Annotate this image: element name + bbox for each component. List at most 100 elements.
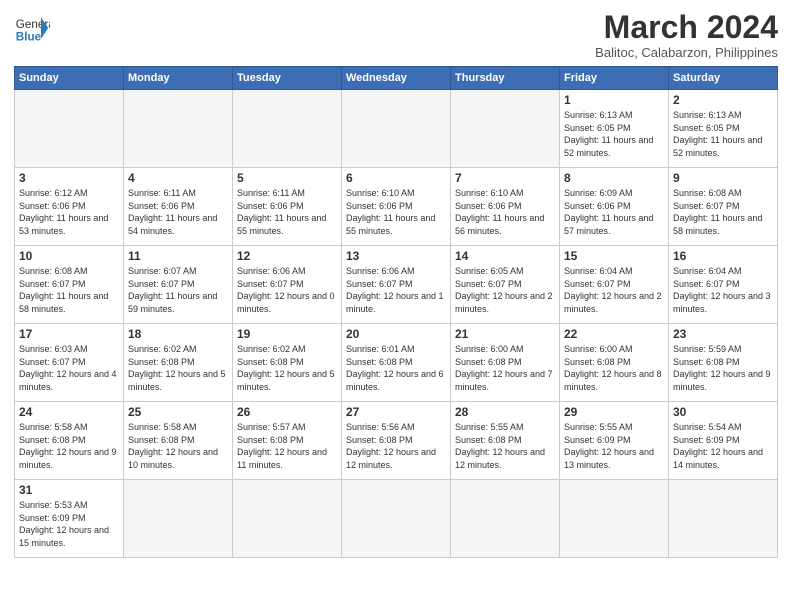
calendar-cell: 1Sunrise: 6:13 AM Sunset: 6:05 PM Daylig… [560, 90, 669, 168]
calendar-body: 1Sunrise: 6:13 AM Sunset: 6:05 PM Daylig… [15, 90, 778, 558]
day-number: 2 [673, 93, 773, 107]
day-info: Sunrise: 6:08 AM Sunset: 6:07 PM Dayligh… [673, 187, 773, 237]
day-info: Sunrise: 6:07 AM Sunset: 6:07 PM Dayligh… [128, 265, 228, 315]
calendar-week-3: 10 Sunrise: 6:08 AM Sunset: 6:07 PM Dayli… [15, 246, 778, 324]
day-info: Sunrise: 6:00 AM Sunset: 6:08 PM Dayligh… [455, 343, 555, 393]
calendar-cell: 3Sunrise: 6:12 AM Sunset: 6:06 PM Daylig… [15, 168, 124, 246]
calendar-cell: 8 Sunrise: 6:09 AM Sunset: 6:06 PM Daylig… [560, 168, 669, 246]
logo: General Blue [14, 10, 50, 46]
calendar-cell: 31 Sunrise: 5:53 AM Sunset: 6:09 PM Dayli… [15, 480, 124, 558]
calendar-cell [15, 90, 124, 168]
day-number: 22 [564, 327, 664, 341]
weekday-header-friday: Friday [560, 67, 669, 90]
day-number: 19 [237, 327, 337, 341]
day-number: 12 [237, 249, 337, 263]
month-title: March 2024 [595, 10, 778, 45]
calendar-cell: 15Sunrise: 6:04 AM Sunset: 6:07 PM Dayli… [560, 246, 669, 324]
day-number: 7 [455, 171, 555, 185]
day-info: Sunrise: 6:04 AM Sunset: 6:07 PM Dayligh… [564, 265, 664, 315]
calendar-cell: 23Sunrise: 5:59 AM Sunset: 6:08 PM Dayli… [669, 324, 778, 402]
day-info: Sunrise: 6:09 AM Sunset: 6:06 PM Dayligh… [564, 187, 664, 237]
calendar-cell: 10 Sunrise: 6:08 AM Sunset: 6:07 PM Dayli… [15, 246, 124, 324]
calendar-cell: 4 Sunrise: 6:11 AM Sunset: 6:06 PM Daylig… [124, 168, 233, 246]
day-info: Sunrise: 6:02 AM Sunset: 6:08 PM Dayligh… [128, 343, 228, 393]
calendar-cell [451, 480, 560, 558]
calendar-cell [233, 90, 342, 168]
day-number: 18 [128, 327, 228, 341]
calendar-cell: 24 Sunrise: 5:58 AM Sunset: 6:08 PM Dayli… [15, 402, 124, 480]
weekday-header-monday: Monday [124, 67, 233, 90]
day-info: Sunrise: 5:53 AM Sunset: 6:09 PM Dayligh… [19, 499, 119, 549]
calendar-cell: 30Sunrise: 5:54 AM Sunset: 6:09 PM Dayli… [669, 402, 778, 480]
calendar-cell: 19Sunrise: 6:02 AM Sunset: 6:08 PM Dayli… [233, 324, 342, 402]
day-number: 17 [19, 327, 119, 341]
calendar-cell: 7 Sunrise: 6:10 AM Sunset: 6:06 PM Daylig… [451, 168, 560, 246]
calendar-cell: 2 Sunrise: 6:13 AM Sunset: 6:05 PM Daylig… [669, 90, 778, 168]
generalblue-logo-icon: General Blue [14, 10, 50, 46]
calendar-cell: 13 Sunrise: 6:06 AM Sunset: 6:07 PM Dayli… [342, 246, 451, 324]
day-info: Sunrise: 5:58 AM Sunset: 6:08 PM Dayligh… [128, 421, 228, 471]
page: General Blue March 2024 Balitoc, Calabar… [0, 0, 792, 612]
day-info: Sunrise: 6:10 AM Sunset: 6:06 PM Dayligh… [455, 187, 555, 237]
day-info: Sunrise: 5:54 AM Sunset: 6:09 PM Dayligh… [673, 421, 773, 471]
calendar-week-2: 3Sunrise: 6:12 AM Sunset: 6:06 PM Daylig… [15, 168, 778, 246]
calendar-cell: 29Sunrise: 5:55 AM Sunset: 6:09 PM Dayli… [560, 402, 669, 480]
calendar-week-5: 24 Sunrise: 5:58 AM Sunset: 6:08 PM Dayli… [15, 402, 778, 480]
day-number: 16 [673, 249, 773, 263]
day-number: 28 [455, 405, 555, 419]
calendar-cell [124, 480, 233, 558]
day-number: 10 [19, 249, 119, 263]
day-number: 11 [128, 249, 228, 263]
day-info: Sunrise: 6:11 AM Sunset: 6:06 PM Dayligh… [237, 187, 337, 237]
day-info: Sunrise: 6:13 AM Sunset: 6:05 PM Dayligh… [673, 109, 773, 159]
day-info: Sunrise: 5:55 AM Sunset: 6:09 PM Dayligh… [564, 421, 664, 471]
calendar-week-4: 17 Sunrise: 6:03 AM Sunset: 6:07 PM Dayli… [15, 324, 778, 402]
weekday-header-saturday: Saturday [669, 67, 778, 90]
day-number: 13 [346, 249, 446, 263]
day-info: Sunrise: 5:57 AM Sunset: 6:08 PM Dayligh… [237, 421, 337, 471]
day-info: Sunrise: 6:03 AM Sunset: 6:07 PM Dayligh… [19, 343, 119, 393]
calendar-week-6: 31 Sunrise: 5:53 AM Sunset: 6:09 PM Dayli… [15, 480, 778, 558]
calendar-cell: 20 Sunrise: 6:01 AM Sunset: 6:08 PM Dayli… [342, 324, 451, 402]
day-number: 21 [455, 327, 555, 341]
day-number: 27 [346, 405, 446, 419]
calendar-cell: 21 Sunrise: 6:00 AM Sunset: 6:08 PM Dayli… [451, 324, 560, 402]
day-info: Sunrise: 6:01 AM Sunset: 6:08 PM Dayligh… [346, 343, 446, 393]
calendar-cell: 26 Sunrise: 5:57 AM Sunset: 6:08 PM Dayli… [233, 402, 342, 480]
day-number: 31 [19, 483, 119, 497]
calendar-cell: 12Sunrise: 6:06 AM Sunset: 6:07 PM Dayli… [233, 246, 342, 324]
calendar-cell: 28Sunrise: 5:55 AM Sunset: 6:08 PM Dayli… [451, 402, 560, 480]
day-info: Sunrise: 6:08 AM Sunset: 6:07 PM Dayligh… [19, 265, 119, 315]
day-number: 26 [237, 405, 337, 419]
svg-text:Blue: Blue [16, 31, 42, 44]
calendar-cell: 17 Sunrise: 6:03 AM Sunset: 6:07 PM Dayli… [15, 324, 124, 402]
day-info: Sunrise: 5:58 AM Sunset: 6:08 PM Dayligh… [19, 421, 119, 471]
calendar-cell: 16 Sunrise: 6:04 AM Sunset: 6:07 PM Dayli… [669, 246, 778, 324]
day-info: Sunrise: 6:00 AM Sunset: 6:08 PM Dayligh… [564, 343, 664, 393]
calendar-cell [560, 480, 669, 558]
day-info: Sunrise: 6:11 AM Sunset: 6:06 PM Dayligh… [128, 187, 228, 237]
weekday-row: SundayMondayTuesdayWednesdayThursdayFrid… [15, 67, 778, 90]
day-number: 24 [19, 405, 119, 419]
day-number: 4 [128, 171, 228, 185]
day-info: Sunrise: 6:06 AM Sunset: 6:07 PM Dayligh… [346, 265, 446, 315]
day-number: 5 [237, 171, 337, 185]
weekday-header-tuesday: Tuesday [233, 67, 342, 90]
location-subtitle: Balitoc, Calabarzon, Philippines [595, 45, 778, 60]
title-area: March 2024 Balitoc, Calabarzon, Philippi… [595, 10, 778, 60]
calendar-cell [669, 480, 778, 558]
day-number: 20 [346, 327, 446, 341]
day-number: 6 [346, 171, 446, 185]
day-info: Sunrise: 6:10 AM Sunset: 6:06 PM Dayligh… [346, 187, 446, 237]
day-number: 23 [673, 327, 773, 341]
day-number: 14 [455, 249, 555, 263]
day-info: Sunrise: 6:05 AM Sunset: 6:07 PM Dayligh… [455, 265, 555, 315]
weekday-header-sunday: Sunday [15, 67, 124, 90]
calendar-cell: 11 Sunrise: 6:07 AM Sunset: 6:07 PM Dayli… [124, 246, 233, 324]
calendar-cell [342, 90, 451, 168]
calendar-cell: 25Sunrise: 5:58 AM Sunset: 6:08 PM Dayli… [124, 402, 233, 480]
calendar-cell: 14 Sunrise: 6:05 AM Sunset: 6:07 PM Dayli… [451, 246, 560, 324]
day-number: 8 [564, 171, 664, 185]
day-info: Sunrise: 6:04 AM Sunset: 6:07 PM Dayligh… [673, 265, 773, 315]
calendar-cell: 5 Sunrise: 6:11 AM Sunset: 6:06 PM Daylig… [233, 168, 342, 246]
